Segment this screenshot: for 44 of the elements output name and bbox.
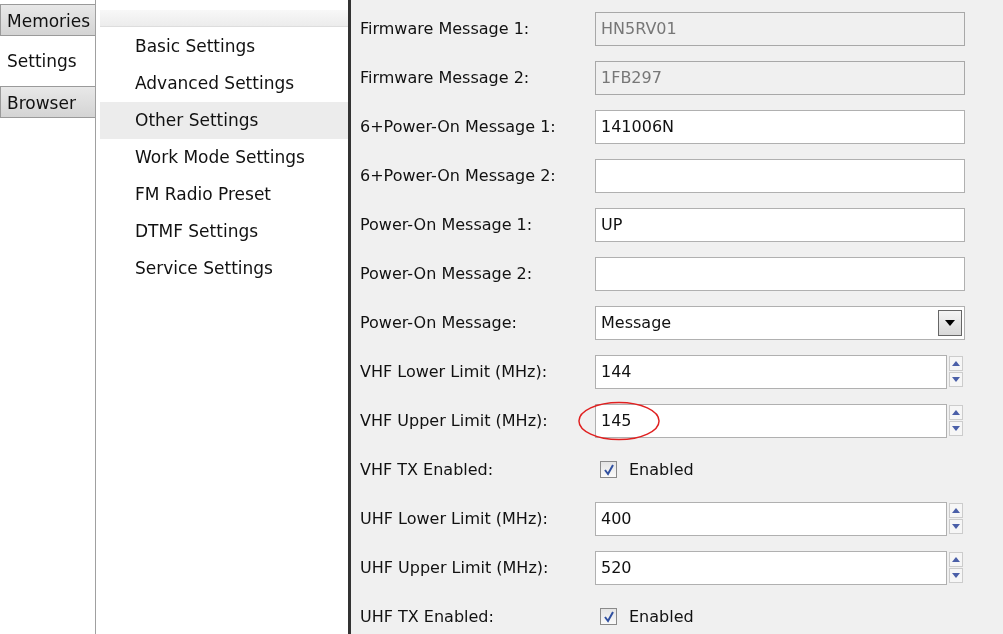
text-field[interactable] <box>595 256 965 291</box>
tab[interactable]: Browser <box>0 86 95 118</box>
nav-item[interactable]: Work Mode Settings <box>100 139 348 176</box>
field-label: VHF TX Enabled: <box>360 460 495 479</box>
field-label: UHF Lower Limit (MHz): <box>360 509 549 528</box>
checkbox-label: Enabled <box>629 607 694 626</box>
text-field[interactable]: UP <box>595 207 965 242</box>
text-field[interactable] <box>595 158 965 193</box>
nav-item[interactable]: Advanced Settings <box>100 65 348 102</box>
nav-item[interactable]: DTMF Settings <box>100 213 348 250</box>
field-label: Power-On Message 1: <box>360 215 534 234</box>
number-field[interactable]: 520 <box>595 550 947 585</box>
field-label: UHF Upper Limit (MHz): <box>360 558 550 577</box>
nav-item[interactable]: Basic Settings <box>100 28 348 65</box>
field-label: Power-On Message: <box>360 313 518 332</box>
nav-item[interactable]: FM Radio Preset <box>100 176 348 213</box>
spin-down-icon[interactable] <box>949 519 963 534</box>
spin-up-icon[interactable] <box>949 503 963 518</box>
spin-up-icon[interactable] <box>949 552 963 567</box>
number-field[interactable]: 145 <box>595 403 947 438</box>
dropdown[interactable]: Message <box>595 305 965 340</box>
field-label: VHF Upper Limit (MHz): <box>360 411 549 430</box>
field-label: 6+Power-On Message 1: <box>360 117 557 136</box>
field-label: UHF TX Enabled: <box>360 607 495 626</box>
spin-up-icon[interactable] <box>949 405 963 420</box>
field-label: Firmware Message 2: <box>360 68 531 87</box>
nav-item[interactable]: Service Settings <box>100 250 348 287</box>
field-label: VHF Lower Limit (MHz): <box>360 362 549 381</box>
text-field[interactable]: 141006N <box>595 109 965 144</box>
spin-down-icon[interactable] <box>949 568 963 583</box>
dropdown-caret-icon[interactable] <box>938 309 962 336</box>
spin-down-icon[interactable] <box>949 372 963 387</box>
number-field[interactable]: 144 <box>595 354 947 389</box>
field-label: Power-On Message 2: <box>360 264 534 283</box>
checkbox-label: Enabled <box>629 460 694 479</box>
field-label: Firmware Message 1: <box>360 19 531 38</box>
number-field[interactable]: 400 <box>595 501 947 536</box>
nav-item[interactable]: Other Settings <box>100 102 348 139</box>
spin-up-icon[interactable] <box>949 356 963 371</box>
checkbox[interactable] <box>600 461 617 478</box>
checkbox[interactable] <box>600 608 617 625</box>
field-label: 6+Power-On Message 2: <box>360 166 557 185</box>
spin-down-icon[interactable] <box>949 421 963 436</box>
tab[interactable]: Memories <box>0 4 95 36</box>
